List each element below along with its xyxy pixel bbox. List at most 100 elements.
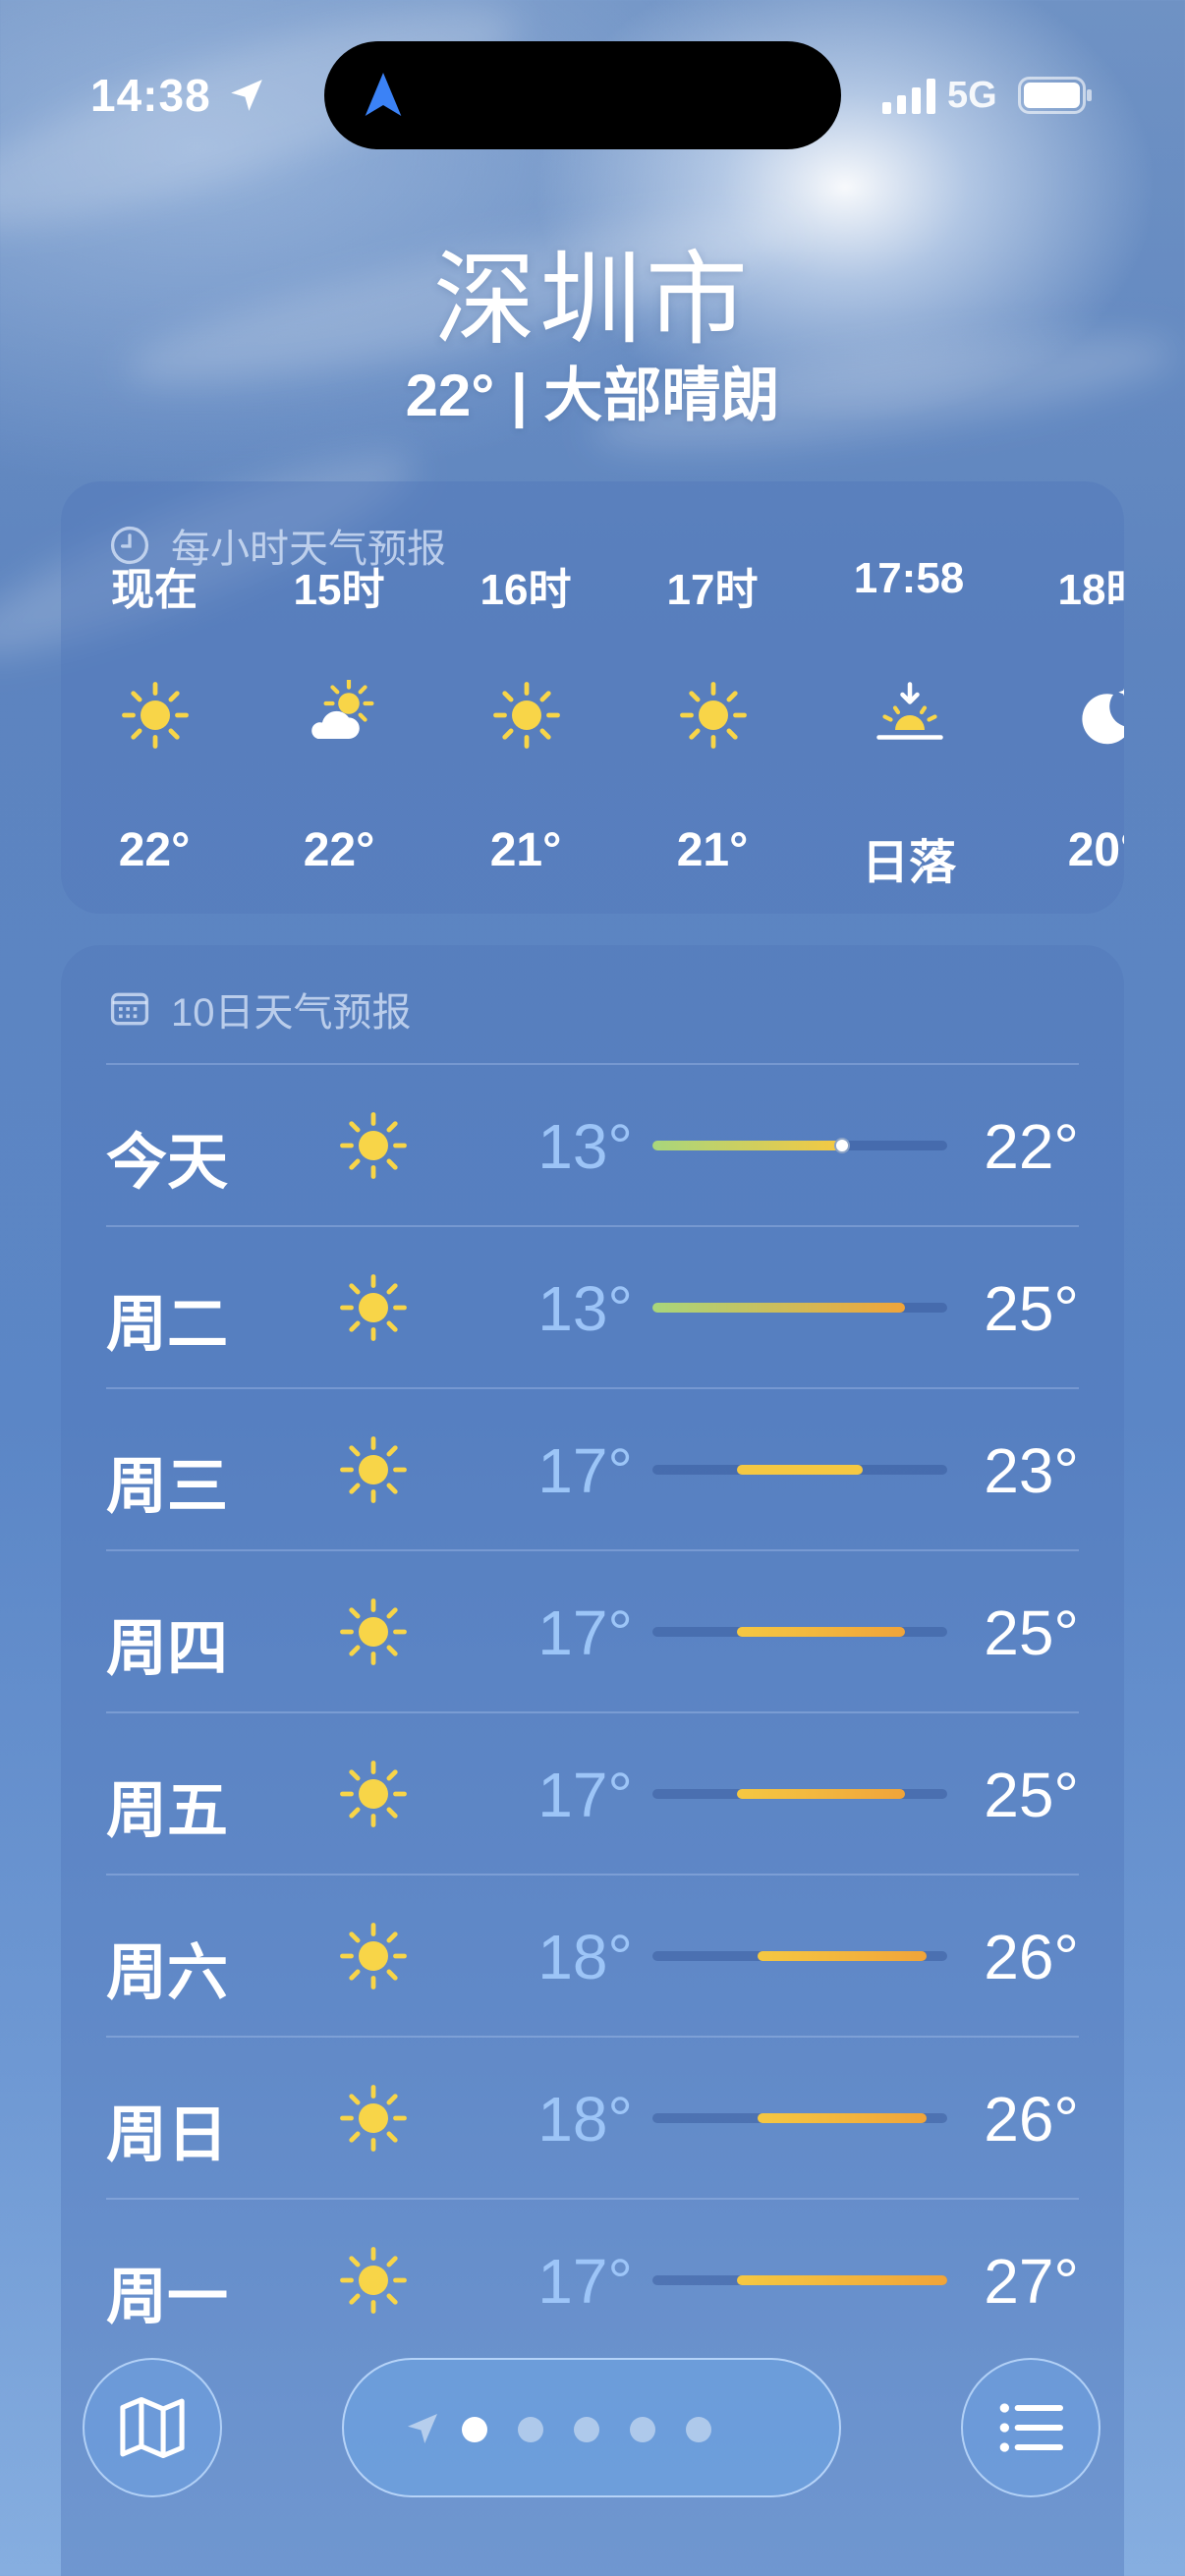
day-high-temp: 22°	[984, 1111, 1079, 1182]
page-dot[interactable]	[462, 2417, 487, 2442]
temp-range-bar	[652, 1627, 947, 1637]
hourly-temp: 日落	[861, 837, 956, 889]
hourly-item: 15时 22°	[246, 566, 432, 914]
day-low-temp: 13°	[537, 1111, 633, 1182]
day-high-temp: 26°	[984, 1922, 1079, 1992]
daily-list: 今天 13° 22° 周二 13° 25° 周三 17° 23° 周四 17° 25° 周五 17° 25°…	[106, 1063, 1079, 2360]
sun-icon	[491, 680, 562, 751]
page-dot[interactable]	[518, 2417, 543, 2442]
sun-icon	[338, 1596, 409, 1667]
hourly-time: 17时	[666, 566, 759, 614]
temp-range-bar	[652, 2275, 947, 2285]
temp-range-fill	[736, 1465, 864, 1475]
temp-range-fill	[758, 2113, 927, 2123]
page-dot[interactable]	[686, 2417, 711, 2442]
cloud-sun-icon	[305, 678, 375, 751]
current-summary: 22° | 大部晴朗	[405, 363, 780, 428]
hourly-time: 15时	[293, 566, 385, 614]
hourly-temp: 22°	[118, 824, 191, 876]
page-indicator[interactable]	[342, 2358, 841, 2497]
map-button[interactable]	[83, 2358, 222, 2497]
sun-icon	[338, 2083, 409, 2154]
moon-stars-icon	[1069, 680, 1124, 751]
daily-row[interactable]: 周三 17° 23°	[106, 1387, 1079, 1549]
location-arrow-icon	[231, 80, 262, 111]
daily-card-title: 10日天气预报	[171, 991, 412, 1035]
day-low-temp: 18°	[537, 2084, 633, 2155]
calendar-icon	[110, 992, 149, 1026]
temp-range-bar	[652, 1951, 947, 1961]
hourly-scroll-row[interactable]: 现在 22° 15时 22° 16时 21° 17时 21° 17:58 日落 18时 20°	[61, 554, 1124, 914]
list-icon	[999, 2403, 1063, 2452]
day-name: 今天	[106, 1129, 229, 1197]
day-high-temp: 27°	[984, 2246, 1079, 2317]
temp-range-fill	[736, 1789, 906, 1799]
hourly-item: 现在 22°	[61, 566, 248, 914]
day-high-temp: 25°	[984, 1273, 1079, 1344]
day-low-temp: 13°	[537, 1273, 633, 1344]
temp-range-fill	[736, 1627, 906, 1637]
sun-icon	[678, 680, 749, 751]
day-high-temp: 25°	[984, 1597, 1079, 1668]
sun-icon	[338, 1759, 409, 1829]
daily-row[interactable]: 周四 17° 25°	[106, 1549, 1079, 1711]
daily-card-header: 10日天气预报	[108, 980, 412, 1037]
hourly-item: 17:58 日落	[816, 554, 1002, 914]
hourly-time: 17:58	[853, 554, 965, 602]
page-dot[interactable]	[574, 2417, 599, 2442]
sun-icon	[338, 2245, 409, 2316]
sun-icon	[120, 680, 191, 751]
battery-icon	[1018, 77, 1092, 114]
day-high-temp: 23°	[984, 1435, 1079, 1506]
day-low-temp: 17°	[537, 1435, 633, 1506]
daily-row[interactable]: 周一 17° 27°	[106, 2198, 1079, 2360]
sunset-icon	[875, 680, 945, 751]
day-low-temp: 17°	[537, 1597, 633, 1668]
daily-row[interactable]: 周日 18° 26°	[106, 2036, 1079, 2198]
day-low-temp: 18°	[537, 1922, 633, 1992]
temp-range-fill	[736, 2275, 947, 2285]
hourly-time: 18时	[1057, 566, 1124, 614]
hourly-time: 现在	[111, 566, 198, 614]
sun-icon	[338, 1434, 409, 1505]
day-name: 周六	[106, 1939, 229, 2007]
current-temp-marker	[833, 1138, 850, 1153]
daily-forecast-card[interactable]: 10日天气预报 今天 13° 22° 周二 13° 25° 周三 17° 23° 周四 17° 25°…	[61, 945, 1124, 2576]
hourly-temp: 21°	[676, 824, 749, 876]
daily-row[interactable]: 周二 13° 25°	[106, 1225, 1079, 1387]
map-icon	[120, 2396, 185, 2459]
hourly-forecast-card[interactable]: 每小时天气预报 现在 22° 15时 22° 16时 21° 17时 21° 17:58 日落 18…	[61, 481, 1124, 914]
sun-icon	[338, 1110, 409, 1181]
hourly-item: 17时 21°	[619, 566, 806, 914]
temp-range-bar	[652, 1303, 947, 1313]
hourly-temp: 20°	[1067, 824, 1124, 876]
temp-range-fill	[758, 1951, 927, 1961]
day-high-temp: 25°	[984, 1760, 1079, 1830]
sun-icon	[338, 1272, 409, 1343]
hourly-item: 18时 20°	[1010, 566, 1124, 914]
daily-row[interactable]: 周五 17° 25°	[106, 1711, 1079, 1874]
day-name: 周五	[106, 1777, 229, 1845]
status-bar: 14:38 5G	[0, 0, 1185, 187]
network-type: 5G	[947, 75, 997, 116]
hourly-temp: 22°	[303, 824, 375, 876]
day-name: 周日	[106, 2101, 229, 2169]
temp-range-fill	[652, 1303, 906, 1313]
temp-range-bar	[652, 1138, 947, 1153]
daily-row[interactable]: 周六 18° 26°	[106, 1874, 1079, 2036]
daily-row[interactable]: 今天 13° 22°	[106, 1063, 1079, 1225]
city-name: 深圳市	[432, 244, 752, 358]
temp-range-bar	[652, 1465, 947, 1475]
day-name: 周一	[106, 2264, 229, 2331]
temp-range-bar	[652, 1789, 947, 1799]
dynamic-island[interactable]	[324, 41, 841, 149]
city-list-button[interactable]	[961, 2358, 1100, 2497]
hourly-item: 16时 21°	[432, 566, 619, 914]
status-time: 14:38	[90, 70, 211, 121]
page-dot[interactable]	[630, 2417, 655, 2442]
current-location-icon	[408, 2414, 437, 2443]
day-low-temp: 17°	[537, 2246, 633, 2317]
day-high-temp: 26°	[984, 2084, 1079, 2155]
day-name: 周四	[106, 1615, 229, 1683]
day-low-temp: 17°	[537, 1760, 633, 1830]
